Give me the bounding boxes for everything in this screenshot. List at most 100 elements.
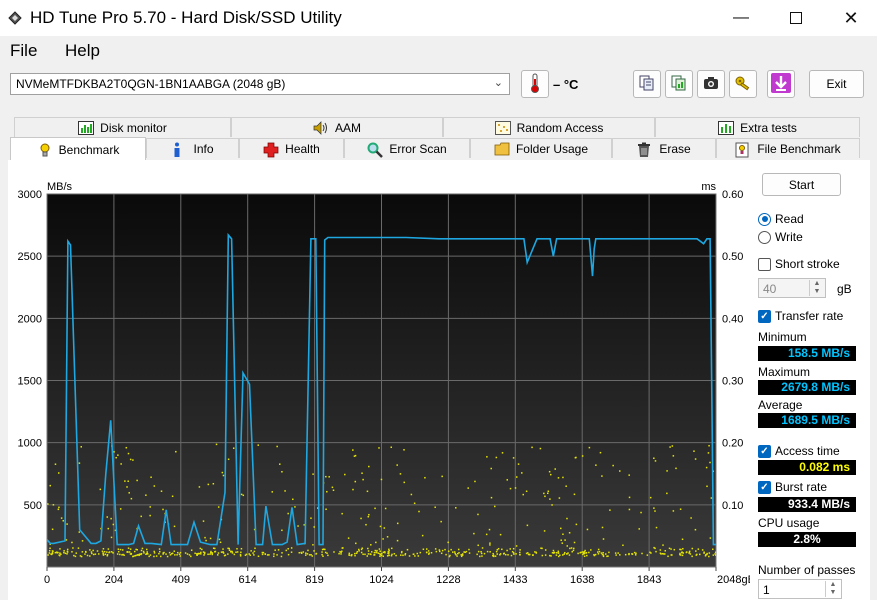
y-right-tick-label: 0.40	[722, 313, 743, 325]
access-time-point	[325, 508, 327, 511]
access-time-point	[184, 552, 187, 554]
access-time-point	[222, 474, 225, 477]
read-radio-indicator[interactable]	[758, 212, 771, 226]
access-time-point	[525, 552, 528, 555]
transfer-rate-checkbox[interactable]: ✓ Transfer rate	[758, 309, 843, 323]
access-time-point	[364, 553, 366, 556]
maximize-button[interactable]	[773, 0, 819, 36]
access-time-point	[527, 553, 530, 556]
access-time-point	[80, 446, 82, 448]
access-time-point	[583, 551, 585, 553]
x-tick-label: 1638	[570, 574, 594, 586]
title-bar[interactable]: HD Tune Pro 5.70 - Hard Disk/SSD Utility…	[0, 0, 877, 36]
tab-benchmark[interactable]: Benchmark	[10, 137, 146, 161]
download-button[interactable]	[767, 70, 795, 98]
tab-info[interactable]: Info	[146, 138, 239, 158]
access-time-point	[526, 524, 529, 527]
file-benchmark-icon	[735, 142, 751, 157]
access-time-point	[311, 555, 314, 557]
access-time-point	[231, 552, 234, 554]
tab-random-access[interactable]: Random Access	[443, 117, 655, 137]
tab-error-scan[interactable]: Error Scan	[344, 138, 470, 158]
access-time-point	[679, 552, 681, 555]
burst-rate-check[interactable]: ✓	[758, 480, 771, 494]
access-time-point	[145, 494, 147, 496]
start-button[interactable]: Start	[762, 173, 841, 196]
access-time-point	[355, 552, 358, 554]
copy-button[interactable]	[633, 70, 661, 98]
short-stroke-check[interactable]	[758, 257, 771, 271]
access-time-point	[480, 550, 482, 553]
access-time-point	[477, 544, 479, 547]
access-time-point	[489, 542, 491, 544]
access-time-point	[453, 551, 456, 553]
transfer-rate-check[interactable]: ✓	[758, 309, 771, 323]
tab-file-benchmark[interactable]: File Benchmark	[716, 138, 860, 158]
access-time-point	[690, 517, 692, 519]
short-stroke-spinner[interactable]: 40 ▲ ▼	[758, 278, 826, 298]
access-time-point	[57, 472, 60, 474]
spinner-arrows-icon[interactable]: ▲ ▼	[809, 280, 824, 296]
access-time-point	[162, 553, 164, 555]
access-time-point	[306, 553, 309, 555]
access-time-point	[169, 554, 172, 556]
access-time-point	[481, 547, 484, 549]
access-time-point	[227, 458, 230, 461]
access-time-point	[140, 515, 142, 518]
options-button[interactable]	[729, 70, 757, 98]
access-time-point	[509, 487, 512, 490]
access-time-point	[212, 482, 215, 485]
short-stroke-checkbox[interactable]: Short stroke	[758, 257, 840, 271]
access-time-check[interactable]: ✓	[758, 444, 771, 458]
access-time-point	[250, 550, 252, 552]
menu-help[interactable]: Help	[65, 41, 100, 61]
keys-icon	[734, 75, 752, 94]
tab-health[interactable]: Health	[239, 138, 344, 158]
write-radio-indicator[interactable]	[758, 230, 771, 244]
exit-button[interactable]: Exit	[809, 70, 864, 98]
x-tick-label: 409	[172, 574, 190, 586]
access-time-point	[375, 541, 377, 544]
access-time-point	[133, 550, 136, 553]
access-time-point	[153, 550, 155, 553]
access-time-point	[54, 551, 57, 554]
burst-rate-checkbox[interactable]: ✓ Burst rate	[758, 480, 827, 494]
access-time-point	[447, 541, 449, 544]
tab-aam[interactable]: AAM	[231, 117, 443, 137]
disk-monitor-icon	[78, 120, 95, 135]
access-time-point	[123, 554, 125, 556]
access-time-point	[410, 493, 413, 496]
access-time-point	[390, 554, 393, 557]
close-button[interactable]: ✕	[828, 0, 874, 36]
access-time-point	[305, 554, 307, 556]
access-time-point	[393, 553, 396, 555]
access-time-point	[609, 509, 611, 511]
screenshot-button[interactable]	[697, 70, 725, 98]
temperature-button[interactable]	[521, 70, 549, 98]
tab-disk-monitor[interactable]: Disk monitor	[14, 117, 231, 137]
passes-spinner[interactable]: 1 ▲ ▼	[758, 579, 842, 599]
access-time-point	[113, 451, 115, 453]
access-time-point	[554, 468, 556, 470]
temperature-readout: – °C	[553, 77, 579, 92]
tab-erase[interactable]: Erase	[612, 138, 716, 158]
access-time-point	[695, 550, 697, 552]
save-report-button[interactable]	[665, 70, 693, 98]
tab-extra-tests[interactable]: Extra tests	[655, 117, 860, 137]
drive-select[interactable]: NVMeMTFDKBA2T0QGN-1BN1AABGA (2048 gB) ⌄	[10, 73, 510, 95]
access-time-checkbox[interactable]: ✓ Access time	[758, 444, 840, 458]
access-time-point	[348, 554, 351, 556]
access-time-point	[48, 549, 51, 552]
menu-file[interactable]: File	[10, 41, 37, 61]
access-time-point	[427, 550, 430, 552]
minimize-button[interactable]: —	[718, 0, 764, 36]
read-radio[interactable]: Read	[758, 212, 804, 226]
tab-folder-usage[interactable]: Folder Usage	[470, 138, 612, 158]
passes-label: Number of passes	[758, 563, 856, 577]
access-time-point	[254, 547, 256, 550]
write-radio[interactable]: Write	[758, 230, 803, 244]
access-time-point	[569, 547, 571, 550]
access-time-point	[106, 516, 109, 518]
access-time-point	[408, 555, 411, 557]
spinner-arrows-icon[interactable]: ▲ ▼	[825, 581, 840, 597]
